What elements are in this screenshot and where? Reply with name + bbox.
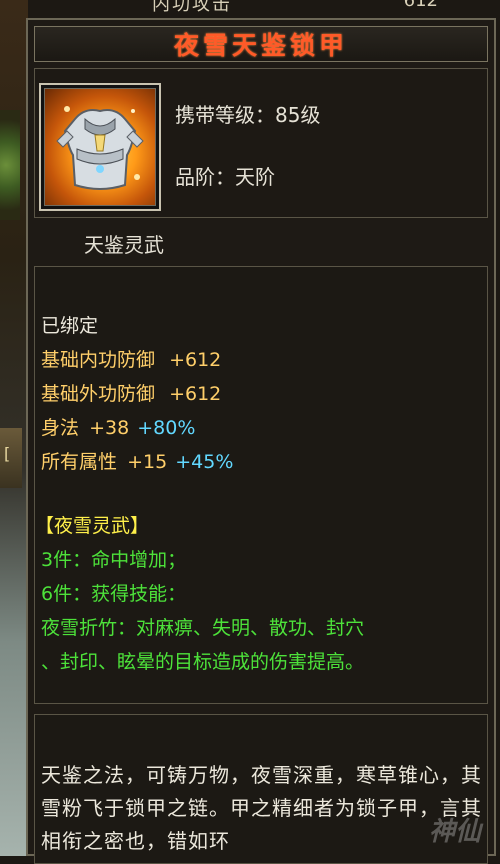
background-scene: [ <box>0 0 28 856</box>
level-requirement: 携带等级：85级 <box>175 103 321 127</box>
scene-ornament <box>0 110 20 220</box>
stat-label: 身法 <box>41 417 80 439</box>
item-name: 夜雪天鉴锁甲 <box>173 31 348 60</box>
stat-agility: 身法 +38 +80% <box>41 413 195 440</box>
item-grade: 品阶：天阶 <box>175 165 275 189</box>
bracket-icon: [ <box>4 444 11 463</box>
stat-label: 所有属性 <box>41 451 118 473</box>
item-stats: 已绑定 基础内功防御 +612 基础外功防御 +612 身法 +38 +80% … <box>34 266 488 704</box>
site-watermark: 神仙 <box>428 817 481 847</box>
set-label-row: 天鉴灵武 <box>34 225 488 259</box>
stat-bonus-pct: +45% <box>175 451 234 473</box>
bound-status: 已绑定 <box>41 315 99 337</box>
armor-icon-graphic <box>56 106 144 190</box>
item-icon-frame[interactable] <box>39 83 161 211</box>
prev-attr-value: 612 <box>403 0 438 11</box>
previous-tooltip-fragment: 内功攻击 612 <box>120 0 500 14</box>
item-header: 携带等级：85级 品阶：天阶 <box>34 68 488 218</box>
stat-value: +38 <box>89 417 130 439</box>
item-title-bar: 夜雪天鉴锁甲 <box>34 26 488 62</box>
prev-attr-label: 内功攻击 <box>152 0 232 14</box>
set-series-label: 天鉴灵武 <box>84 233 164 257</box>
scene-button: [ <box>0 428 22 488</box>
stat-base-outer-defense: 基础外功防御 +612 <box>41 379 221 406</box>
stat-value: +612 <box>169 383 222 405</box>
stat-all-attributes: 所有属性 +15 +45% <box>41 447 233 474</box>
description-text: 天鉴之法，可铸万物，夜雪深重，寒草锥心，其雪粉飞于锁甲之链。甲之精细者为锁子甲，… <box>41 763 482 853</box>
stat-bonus-pct: +80% <box>137 417 196 439</box>
set-bonus-3: 3件：命中增加； <box>41 549 187 571</box>
item-tooltip: 夜雪天鉴锁甲 携带等级：85级 品阶：天阶 天鉴灵武 已绑定 基础内功防御 +6… <box>26 18 496 864</box>
stat-value: +612 <box>169 349 222 371</box>
set-skill-line-2: 、封印、眩晕的目标造成的伤害提高。 <box>41 651 365 673</box>
armor-icon <box>44 88 156 206</box>
stat-label: 基础外功防御 <box>41 383 156 405</box>
stat-value: +15 <box>127 451 168 473</box>
stat-label: 基础内功防御 <box>41 349 156 371</box>
set-skill-line-1: 夜雪折竹：对麻痹、失明、散功、封穴 <box>41 617 365 639</box>
set-bonus-title: 【夜雪灵武】 <box>35 515 150 537</box>
stat-base-inner-defense: 基础内功防御 +612 <box>41 345 221 372</box>
set-bonus-6: 6件：获得技能： <box>41 583 187 605</box>
item-description: 天鉴之法，可铸万物，夜雪深重，寒草锥心，其雪粉飞于锁甲之链。甲之精细者为锁子甲，… <box>34 714 488 864</box>
